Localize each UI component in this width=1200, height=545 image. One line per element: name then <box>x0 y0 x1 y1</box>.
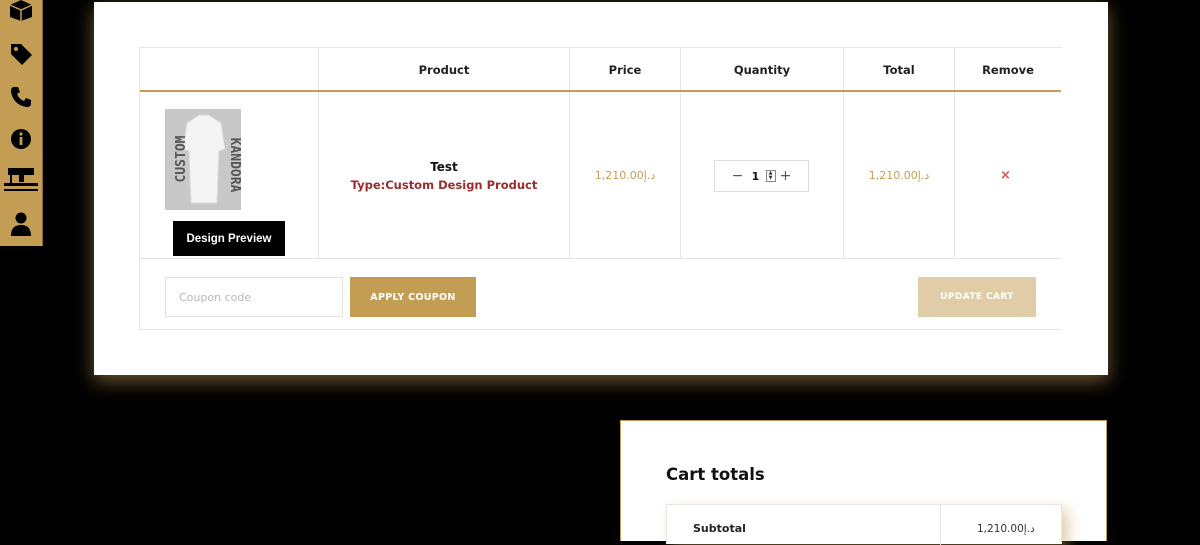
item-total: د.إ1,210.00 <box>868 169 930 182</box>
coupon-code-input[interactable] <box>165 277 343 317</box>
header-price: Price <box>608 62 642 77</box>
product-name[interactable]: Test <box>430 160 458 174</box>
thumbnail-text-custom: CUSTOM <box>174 135 189 182</box>
header-quantity: Quantity <box>733 62 791 77</box>
product-thumbnail[interactable]: CUSTOM KANDORA <box>165 109 241 210</box>
quantity-stepper[interactable]: − 1 ▲ ▼ + <box>714 160 809 192</box>
plus-icon[interactable]: + <box>778 168 794 184</box>
update-cart-button[interactable]: UPDATE CART <box>918 277 1036 317</box>
info-icon[interactable] <box>0 123 42 155</box>
product-cell: Test Type:Custom Design Product <box>319 92 569 259</box>
thumbnail-text-kandora: KANDORA <box>227 138 241 193</box>
cart-table: Product Price Quantity Total Remove CUST… <box>139 47 1062 330</box>
spinner-arrows-icon[interactable]: ▲ ▼ <box>765 170 776 182</box>
quantity-value[interactable]: 1 <box>746 170 766 183</box>
cart-totals-table: Subtotal د.إ1,210.00 <box>666 504 1062 545</box>
apply-coupon-button[interactable]: APPLY COUPON <box>350 277 476 317</box>
product-type: Type:Custom Design Product <box>350 177 538 192</box>
box-icon[interactable] <box>0 0 42 26</box>
design-preview-button[interactable]: Design Preview <box>173 221 285 256</box>
header-remove: Remove <box>982 62 1034 77</box>
sewing-machine-icon[interactable] <box>0 163 42 195</box>
header-total: Total <box>883 62 915 77</box>
tag-icon[interactable] <box>0 38 42 70</box>
minus-icon[interactable]: − <box>730 168 746 184</box>
phone-icon[interactable] <box>0 81 42 113</box>
header-product: Product <box>418 62 470 77</box>
cart-totals-panel: Cart totals Subtotal د.إ1,210.00 <box>620 420 1107 545</box>
cart-totals-title: Cart totals <box>666 465 765 484</box>
subtotal-label: Subtotal <box>693 522 746 535</box>
side-icon-rail <box>0 0 43 246</box>
column-divider <box>940 505 941 545</box>
total-cell: د.إ1,210.00 <box>844 92 954 259</box>
price-cell: د.إ1,210.00 <box>570 92 680 259</box>
user-icon[interactable] <box>0 208 42 240</box>
cart-panel: Product Price Quantity Total Remove CUST… <box>94 2 1108 375</box>
remove-item-icon[interactable]: × <box>1000 168 1011 183</box>
item-price: د.إ1,210.00 <box>594 169 656 182</box>
subtotal-value: د.إ1,210.00 <box>977 523 1035 535</box>
